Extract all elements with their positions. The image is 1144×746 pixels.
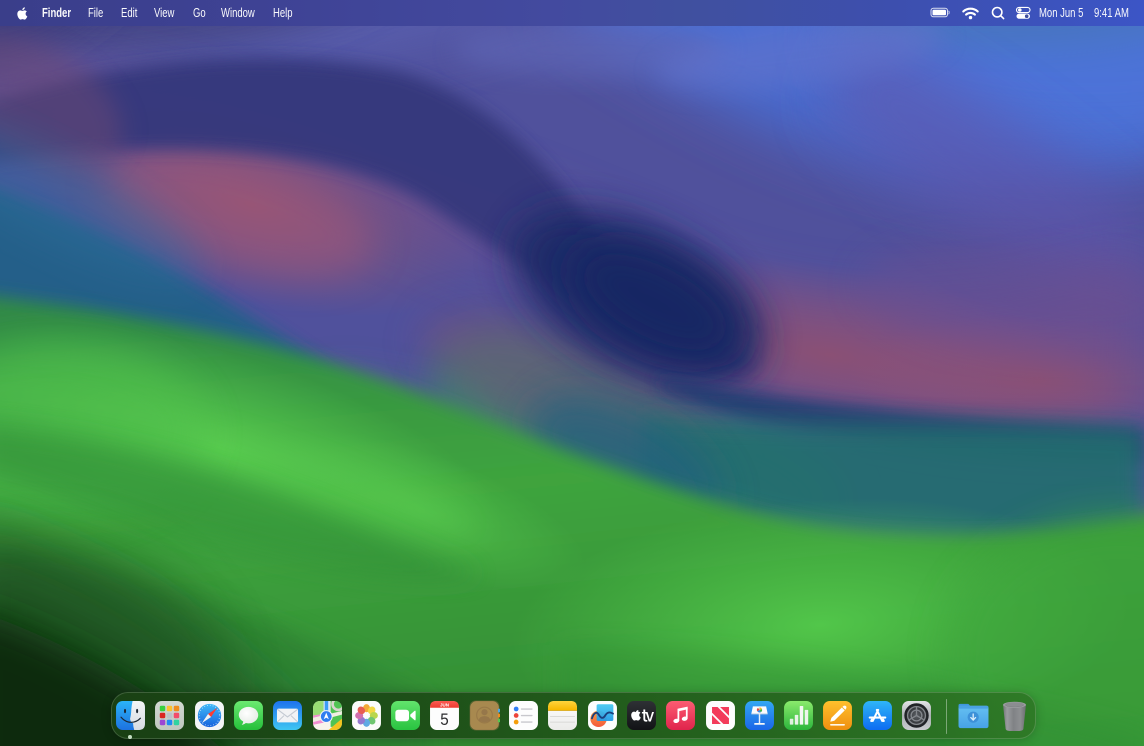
svg-text:JUN: JUN [440, 702, 449, 707]
svg-text:5: 5 [441, 711, 450, 729]
